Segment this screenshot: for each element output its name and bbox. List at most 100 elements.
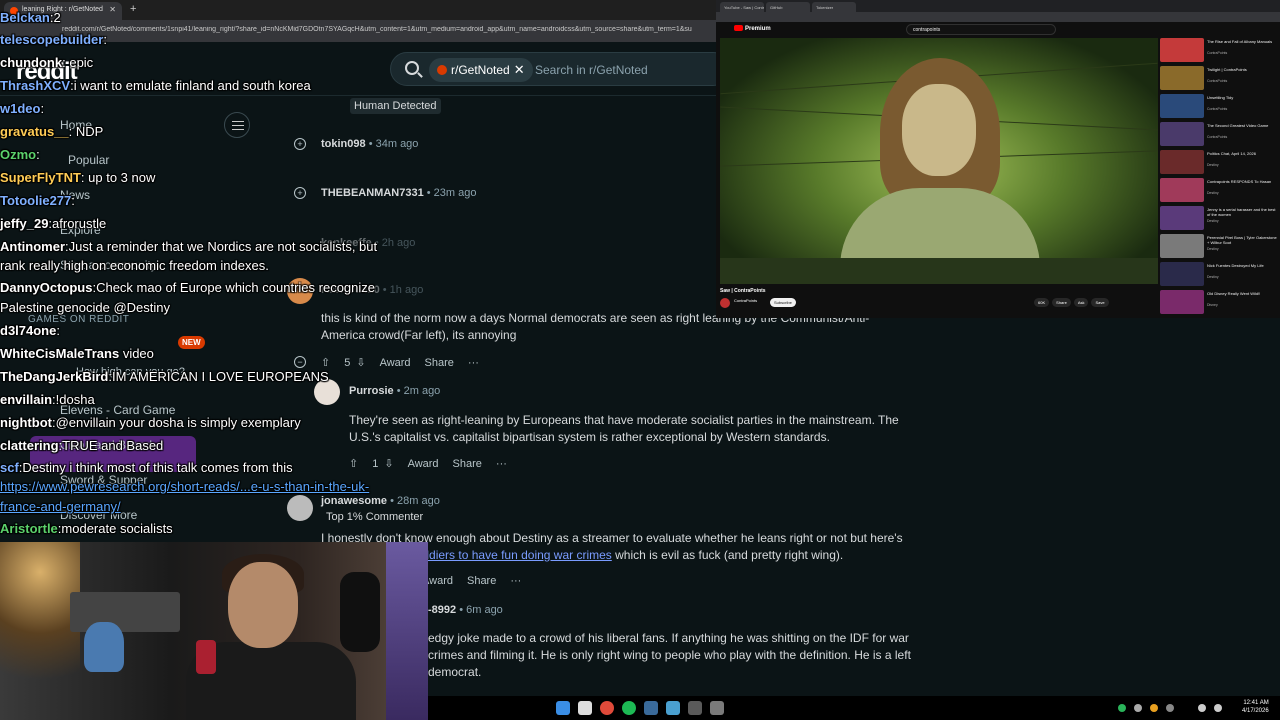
volume-icon[interactable]: [1214, 704, 1222, 712]
yt-search-input[interactable]: contrapoints: [906, 24, 1056, 35]
tray-icon[interactable]: [1166, 704, 1174, 712]
downvote-icon[interactable]: ⇩: [384, 458, 393, 470]
ask-button[interactable]: Ask: [1073, 298, 1089, 307]
upvote-icon[interactable]: ⇧: [349, 458, 358, 470]
chrome-icon[interactable]: [600, 701, 614, 715]
start-menu-icon[interactable]: [556, 701, 570, 715]
video-thumbnail[interactable]: [1160, 206, 1204, 230]
chat-username[interactable]: scf: [0, 460, 19, 475]
youtube-logo[interactable]: Premium: [734, 25, 771, 32]
comment-author-name[interactable]: tokin098: [321, 138, 366, 150]
share-button[interactable]: Share: [467, 575, 496, 587]
recommended-title[interactable]: Old Disney Really Went Wild!!: [1207, 291, 1277, 302]
channel-name[interactable]: ContraPoints: [734, 298, 757, 303]
share-button[interactable]: Share: [1052, 298, 1071, 307]
recommended-title[interactable]: Nick Fuentes Destroyed My Life: [1207, 263, 1277, 274]
tray-icon[interactable]: [1118, 704, 1126, 712]
recommended-video[interactable]: The Rise and Fall of Albany Manuals Contr…: [1160, 38, 1278, 62]
recommended-title[interactable]: Contrapoints RESPONDS To Hasan: [1207, 179, 1277, 190]
video-thumbnail[interactable]: [1160, 94, 1204, 118]
video-thumbnail[interactable]: [1160, 66, 1204, 90]
recommended-title[interactable]: The Rise and Fall of Albany Manuals: [1207, 39, 1277, 50]
recommended-video[interactable]: Jenny is a serial harasser and the best …: [1160, 206, 1278, 230]
chat-username[interactable]: Belckan: [0, 10, 50, 25]
avatar[interactable]: [287, 495, 313, 521]
menu-icon[interactable]: [224, 112, 250, 138]
wifi-icon[interactable]: [1198, 704, 1206, 712]
tray-icon[interactable]: [1150, 704, 1158, 712]
recommended-video[interactable]: Contrapoints RESPONDS To Hasan Destiny: [1160, 178, 1278, 202]
yt-browser-tab[interactable]: GitHub: [766, 2, 810, 12]
recommended-title[interactable]: Politics Chat, April 14, 2026: [1207, 151, 1277, 162]
downvote-icon[interactable]: ⇩: [356, 357, 365, 369]
chat-username[interactable]: Ozmo: [0, 147, 36, 162]
folder-icon[interactable]: [688, 701, 702, 715]
recommended-title[interactable]: Twilight | ContraPoints: [1207, 67, 1277, 78]
share-button[interactable]: Share: [453, 458, 482, 470]
chat-username[interactable]: w1deo: [0, 101, 40, 116]
video-thumbnail[interactable]: [1160, 122, 1204, 146]
chat-username[interactable]: d3l74one: [0, 323, 56, 338]
video-thumbnail[interactable]: [1160, 150, 1204, 174]
award-button[interactable]: Award: [408, 458, 439, 470]
comment-author[interactable]: jonawesome • 28m ago: [321, 495, 440, 507]
search-taskbar-icon[interactable]: [578, 701, 592, 715]
more-options-button[interactable]: ···: [510, 575, 521, 587]
video-thumbnail[interactable]: [1160, 262, 1204, 286]
like-button[interactable]: 60K: [1034, 298, 1050, 307]
nav-popular[interactable]: Popular: [68, 153, 109, 167]
tray-icon[interactable]: [1134, 704, 1142, 712]
recommended-video[interactable]: The Second Greatest Video Game ContraPoin…: [1160, 122, 1278, 146]
chat-username[interactable]: nightbot: [0, 415, 52, 430]
expand-thread-icon[interactable]: +: [294, 138, 306, 150]
recommended-video[interactable]: Old Disney Really Went Wild!! Disney: [1160, 290, 1278, 314]
steam-icon[interactable]: [644, 701, 658, 715]
new-tab-icon[interactable]: +: [130, 3, 136, 15]
recommended-video[interactable]: Perennial Pirel Boss | Tyler Oakerstone …: [1160, 234, 1278, 258]
clock[interactable]: 12:41 AM 4/17/2026: [1242, 699, 1269, 715]
comment-author[interactable]: THEBEANMAN7331 • 23m ago: [321, 187, 476, 199]
channel-avatar[interactable]: [720, 298, 730, 308]
share-button[interactable]: Share: [425, 357, 454, 369]
video-player[interactable]: [720, 38, 1158, 284]
video-thumbnail[interactable]: [1160, 234, 1204, 258]
comment-author-name[interactable]: Purrosie: [349, 385, 394, 397]
chat-username[interactable]: Totoolie277: [0, 193, 71, 208]
yt-address-bar[interactable]: [716, 12, 1280, 22]
chat-username[interactable]: chundonk: [0, 55, 62, 70]
more-options-button[interactable]: ···: [496, 458, 507, 470]
chat-username[interactable]: telescopebuilder: [0, 32, 103, 47]
yt-browser-tab[interactable]: Tokenizer: [812, 2, 856, 12]
obs-icon[interactable]: [710, 701, 724, 715]
comment-author[interactable]: Purrosie • 2m ago: [349, 385, 440, 397]
chat-username[interactable]: SuperFlyTNT: [0, 170, 81, 185]
search-box[interactable]: r/GetNoted ✕ Search in r/GetNoted: [390, 52, 730, 86]
recommended-title[interactable]: Jenny is a serial harasser and the best …: [1207, 207, 1277, 218]
subreddit-chip[interactable]: r/GetNoted ✕: [429, 58, 533, 82]
chat-username[interactable]: jeffy_29: [0, 216, 48, 231]
video-thumbnail[interactable]: [1160, 178, 1204, 202]
app-icon[interactable]: [666, 701, 680, 715]
award-button[interactable]: Award: [380, 357, 411, 369]
comment-author[interactable]: tokin098 • 34m ago: [321, 138, 418, 150]
recommended-video[interactable]: Unsettling Tidy ContraPoints: [1160, 94, 1278, 118]
chat-username[interactable]: Antinomer: [0, 239, 65, 254]
comment-author-name[interactable]: -8992: [428, 604, 456, 616]
recommended-title[interactable]: The Second Greatest Video Game: [1207, 123, 1277, 134]
close-tab-icon[interactable]: ✕: [109, 5, 116, 14]
save-button[interactable]: Save: [1091, 298, 1109, 307]
chat-username[interactable]: clattering: [0, 438, 59, 453]
comment-author-name[interactable]: jonawesome: [321, 495, 387, 507]
chat-username[interactable]: DannyOctopus: [0, 280, 92, 295]
chat-text[interactable]: france-and-germany/: [0, 499, 121, 514]
chat-username[interactable]: envillain: [0, 392, 52, 407]
spotify-icon[interactable]: [622, 701, 636, 715]
recommended-title[interactable]: Perennial Pirel Boss | Tyler Oakerstone …: [1207, 235, 1277, 246]
video-thumbnail[interactable]: [1160, 38, 1204, 62]
upvote-icon[interactable]: ⇧: [321, 357, 330, 369]
chat-text[interactable]: https://www.pewresearch.org/short-reads/…: [0, 479, 369, 494]
subscribe-button[interactable]: Subscribe: [770, 298, 796, 307]
chat-username[interactable]: TheDangJerkBird: [0, 369, 108, 384]
recommended-video[interactable]: Politics Chat, April 14, 2026 Destiny: [1160, 150, 1278, 174]
recommended-video[interactable]: Nick Fuentes Destroyed My Life Destiny: [1160, 262, 1278, 286]
